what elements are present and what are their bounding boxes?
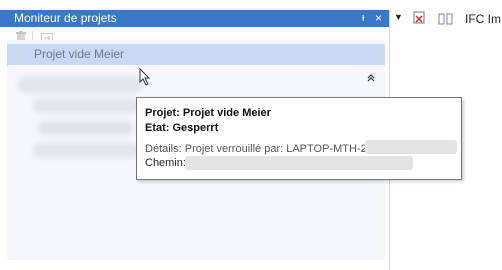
delete-filter-icon[interactable] bbox=[413, 11, 427, 28]
redacted-machine-name bbox=[365, 140, 457, 154]
redacted-tree-entry bbox=[20, 80, 140, 90]
mouse-cursor-icon bbox=[139, 67, 152, 91]
close-icon[interactable]: × bbox=[375, 10, 382, 27]
dropdown-arrow-icon[interactable]: ▼ bbox=[394, 12, 403, 22]
project-row-label: Projet vide Meier bbox=[34, 47, 125, 61]
project-row-selected[interactable]: Projet vide Meier bbox=[7, 44, 385, 65]
panel-titlebar: Moniteur de projets ᵻ × bbox=[0, 10, 389, 27]
redacted-tree-entry bbox=[36, 102, 136, 110]
tooltip-project-line: Projet: Projet vide Meier bbox=[145, 107, 271, 119]
redacted-tree-entry bbox=[36, 146, 136, 154]
ifc-import-label[interactable]: IFC Im bbox=[465, 12, 501, 26]
tooltip-state-line: Etat: Gesperrt bbox=[145, 122, 219, 134]
app-window: Moniteur de projets ᵻ × Projet vide Meie… bbox=[0, 0, 502, 270]
right-toolbar: ▼ IFC Im bbox=[390, 10, 502, 28]
pin-icon[interactable]: ᵻ bbox=[362, 10, 364, 27]
redacted-path bbox=[185, 156, 413, 170]
collapse-chevron-icon[interactable] bbox=[366, 73, 376, 86]
tooltip-details-line: Détails: Projet verrouillé par: LAPTOP-M… bbox=[145, 143, 375, 155]
project-tooltip: Projet: Projet vide Meier Etat: Gesperrt… bbox=[136, 97, 462, 180]
redacted-tree-entry bbox=[40, 124, 130, 132]
tooltip-path-label: Chemin: bbox=[145, 157, 186, 169]
panel-title: Moniteur de projets bbox=[14, 11, 117, 25]
columns-icon[interactable] bbox=[438, 13, 454, 28]
